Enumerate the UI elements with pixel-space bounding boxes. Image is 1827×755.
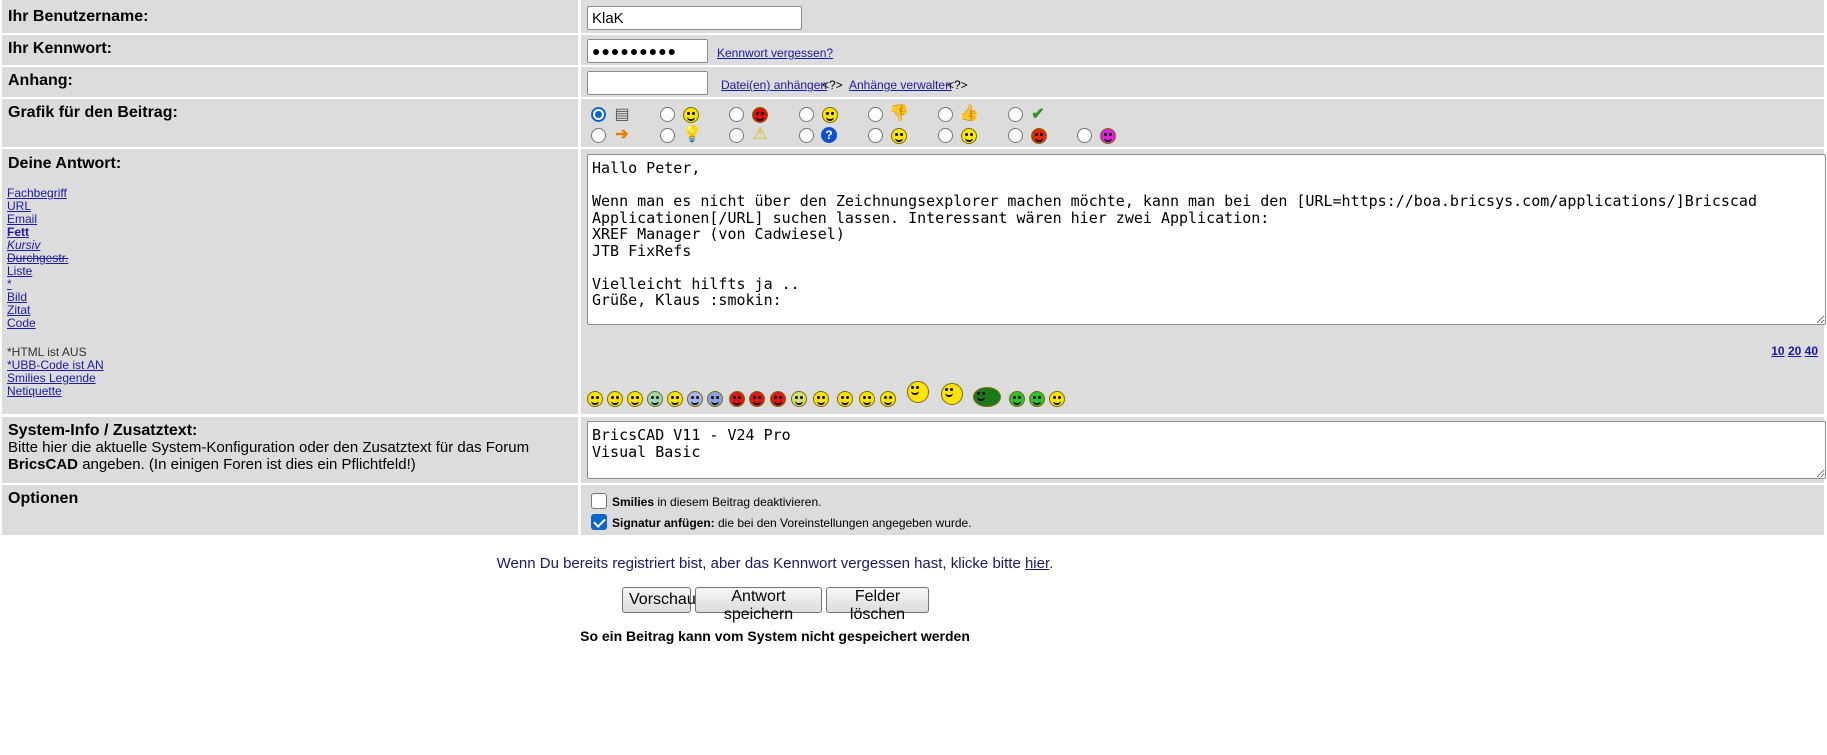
- save-warning: So ein Beitrag kann vom System nicht ges…: [580, 628, 970, 644]
- post-icon-radio-angry-red[interactable]: [729, 107, 744, 122]
- attachment-help-2[interactable]: <?>: [947, 78, 968, 92]
- attachment-row: Anhang: Datei(en) anhängen <?> Anhänge v…: [2, 67, 1824, 97]
- disable-smilies-label: Smilies in diesem Beitrag deaktivieren.: [612, 495, 822, 509]
- sysinfo-label: System-Info / Zusatztext:: [8, 422, 198, 439]
- sysinfo-description: Bitte hier die aktuelle System-Konfigura…: [8, 439, 530, 473]
- password-label: Ihr Kennwort:: [8, 40, 112, 57]
- smiley-insert-icon[interactable]: [587, 391, 603, 407]
- sysinfo-textarea[interactable]: BricsCAD V11 - V24 Pro Visual Basic: [587, 421, 1826, 479]
- post-icon-radio-lightbulb[interactable]: [660, 128, 675, 143]
- smile-insert-icon[interactable]: [607, 391, 623, 407]
- angry-insert-icon[interactable]: [729, 391, 745, 407]
- frog-insert-icon[interactable]: [973, 387, 1001, 407]
- board-status: *HTML ist AUS *UBB-Code ist AN Smilies L…: [7, 346, 104, 398]
- thumbs-down-icon: 👎: [889, 105, 909, 122]
- post-icon-radio-laughing[interactable]: [660, 107, 675, 122]
- cool-insert-icon[interactable]: [859, 391, 875, 407]
- add-attachment-link[interactable]: Datei(en) anhängen: [721, 78, 827, 92]
- question-icon: ?: [821, 127, 837, 143]
- confused-insert-icon[interactable]: [687, 391, 703, 407]
- password-row: Ihr Kennwort: Kennwort vergessen?: [2, 35, 1824, 65]
- sleepy-insert-icon[interactable]: [837, 391, 853, 407]
- warning-icon: ⚠: [752, 126, 768, 143]
- sick-insert-icon[interactable]: [1009, 391, 1025, 407]
- document-icon: ▤: [614, 106, 630, 123]
- post-icon-radio-document[interactable]: [591, 107, 606, 122]
- grin-insert-icon[interactable]: [627, 391, 643, 407]
- preview-button[interactable]: Vorschau: [622, 587, 696, 613]
- attachment-input[interactable]: [587, 71, 708, 95]
- laughing-smiley-icon: [683, 107, 699, 123]
- post-icon-radio-thumbs-down[interactable]: [868, 107, 883, 122]
- add-signature-label: Signatur anfügen: die bei den Voreinstel…: [612, 516, 972, 530]
- post-icon-radio-question[interactable]: [799, 128, 814, 143]
- pink-smiley-icon: [1100, 128, 1116, 144]
- format-link-code[interactable]: Code: [7, 317, 68, 330]
- reply-row: Deine Antwort: Fachbegriff URL Email Fet…: [2, 149, 1826, 414]
- thumbs-up-icon: 👍: [959, 105, 979, 122]
- wink-smiley-icon: [961, 128, 977, 144]
- netiquette-link[interactable]: Netiquette: [7, 385, 104, 398]
- username-label: Ihr Benutzername:: [8, 8, 149, 25]
- post-icon-radio-arrow[interactable]: [591, 128, 606, 143]
- sunglasses-insert-icon[interactable]: [880, 391, 896, 407]
- size-link-10[interactable]: 10: [1771, 344, 1784, 358]
- attachment-label: Anhang:: [8, 72, 73, 89]
- cool-smiley-icon: [891, 128, 907, 144]
- post-icon-radio-smiley[interactable]: [799, 107, 814, 122]
- forgot-password-link[interactable]: Kennwort vergessen?: [717, 46, 833, 60]
- options-row: Optionen Smilies in diesem Beitrag deakt…: [2, 485, 1824, 535]
- options-label: Optionen: [8, 490, 79, 507]
- sad-insert-icon[interactable]: [707, 391, 723, 407]
- post-icon-row: Grafik für den Beitrag: ▤ 👎 👍 ✔ ➔ 💡 ⚠ ?: [2, 99, 1824, 147]
- reply-label: Deine Antwort:: [8, 155, 122, 172]
- disable-smilies-checkbox[interactable]: [591, 493, 607, 509]
- question-insert-icon[interactable]: [813, 391, 829, 407]
- smoking-insert-icon[interactable]: [1049, 391, 1065, 407]
- username-row: Ihr Benutzername:: [2, 0, 1824, 33]
- mad-insert-icon[interactable]: [749, 391, 765, 407]
- wave-insert-icon[interactable]: [907, 381, 929, 403]
- clear-fields-button[interactable]: Felder löschen: [826, 587, 929, 623]
- add-signature-checkbox[interactable]: [591, 514, 607, 530]
- post-icon-label: Grafik für den Beitrag:: [8, 104, 178, 121]
- format-link-list[interactable]: Liste: [7, 265, 68, 278]
- sysinfo-row: System-Info / Zusatztext: Bitte hier die…: [2, 417, 1826, 483]
- dizzy-insert-icon[interactable]: [791, 391, 807, 407]
- arrow-right-icon: ➔: [615, 126, 629, 143]
- post-icon-radio-wink[interactable]: [938, 128, 953, 143]
- smiley-bar: [587, 377, 1067, 411]
- size-link-20[interactable]: 20: [1788, 344, 1801, 358]
- textarea-size-links: 10 20 40: [1771, 344, 1818, 358]
- forgot-password-here-link[interactable]: hier: [1025, 555, 1049, 572]
- angry-red-smiley-icon: [752, 107, 768, 123]
- furious-insert-icon[interactable]: [770, 391, 786, 407]
- mad-red-smiley-icon: [1031, 128, 1047, 144]
- attachment-help-1[interactable]: <?>: [822, 78, 843, 92]
- wink-insert-icon[interactable]: [667, 391, 683, 407]
- post-icon-radio-warning[interactable]: [729, 128, 744, 143]
- save-reply-button[interactable]: Antwort speichern: [695, 587, 822, 623]
- green-insert-icon[interactable]: [1029, 391, 1045, 407]
- post-icon-radio-cool[interactable]: [868, 128, 883, 143]
- post-icon-radio-pink[interactable]: [1077, 128, 1092, 143]
- username-input[interactable]: [587, 6, 802, 30]
- format-links: Fachbegriff URL Email Fett Kursiv Durchg…: [7, 187, 68, 330]
- manage-attachments-link[interactable]: Anhänge verwalten: [849, 78, 952, 92]
- teeth-insert-icon[interactable]: [647, 391, 663, 407]
- forgot-password-hint: Wenn Du bereits registriert bist, aber d…: [496, 555, 1054, 572]
- reply-textarea[interactable]: Hallo Peter, Wenn man es nicht über den …: [587, 154, 1826, 325]
- post-icon-radio-checkmark[interactable]: [1008, 107, 1023, 122]
- post-icon-radio-thumbs-up[interactable]: [938, 107, 953, 122]
- size-link-40[interactable]: 40: [1805, 344, 1818, 358]
- smiley-icon: [822, 107, 838, 123]
- dance-insert-icon[interactable]: [941, 383, 963, 405]
- checkmark-icon: ✔: [1031, 106, 1045, 123]
- password-input[interactable]: [587, 39, 708, 63]
- lightbulb-icon: 💡: [682, 126, 702, 143]
- post-icon-radio-mad-red[interactable]: [1008, 128, 1023, 143]
